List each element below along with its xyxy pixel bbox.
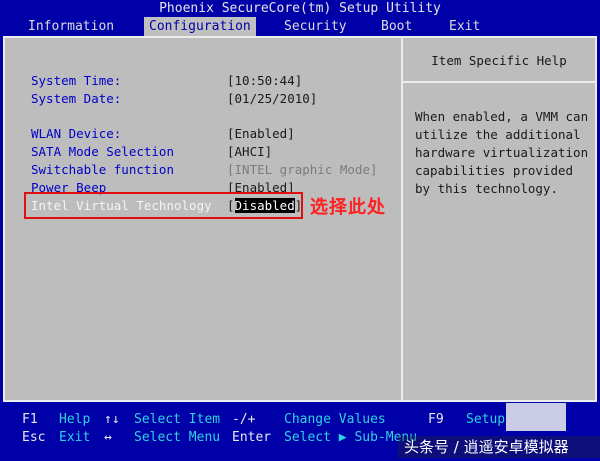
setting-label: System Time: (31, 73, 122, 88)
annotation-text: 选择此处 (310, 197, 386, 218)
arrow-updown-icon: ↑↓ (104, 412, 120, 427)
setting-value[interactable]: [10:50:44] (227, 72, 302, 90)
key-desc-setup: Setup (466, 412, 506, 427)
key-f1: F1 (22, 412, 38, 427)
help-text: When enabled, a VMM can utilize the addi… (415, 109, 589, 196)
menu-information[interactable]: Information (28, 17, 114, 36)
setting-label: Switchable function (31, 162, 174, 177)
window-title: Phoenix SecureCore(tm) Setup Utility (0, 0, 600, 17)
setting-value: [INTEL graphic Mode] (227, 162, 378, 177)
key-esc: Esc (22, 430, 46, 445)
help-pane: Item Specific Help When enabled, a VMM c… (403, 38, 595, 400)
key-desc-change-values: Change Values (284, 412, 386, 427)
watermark-patch (506, 403, 566, 431)
setting-label: WLAN Device: (31, 126, 122, 141)
menu-exit[interactable]: Exit (449, 17, 480, 36)
key-desc-select-item: Select Item (134, 412, 221, 427)
setting-label: System Date: (31, 91, 122, 106)
setting-label: SATA Mode Selection (31, 144, 174, 159)
setting-value[interactable]: [01/25/2010] (227, 90, 317, 108)
watermark-text: 头条号 / 逍遥安卓模拟器 (398, 436, 600, 458)
menu-bar: Information Configuration Security Boot … (0, 17, 600, 36)
menu-security[interactable]: Security (284, 17, 347, 36)
help-title: Item Specific Help (403, 38, 595, 83)
menu-configuration[interactable]: Configuration (144, 17, 256, 36)
setting-value[interactable]: [AHCI] (227, 143, 272, 161)
settings-panel: System Time: [10:50:44] System Date: [01… (3, 36, 597, 402)
key-desc-help: Help (59, 412, 91, 427)
key-f9: F9 (428, 412, 444, 427)
setting-value[interactable]: [Enabled] (227, 125, 295, 143)
key-enter: Enter (232, 430, 272, 445)
annotation-highlight-box (24, 192, 303, 219)
menu-boot[interactable]: Boot (381, 17, 412, 36)
key-desc-select-menu: Select Menu (134, 430, 221, 445)
key-minus-plus: -/+ (232, 412, 256, 427)
key-desc-exit: Exit (59, 430, 91, 445)
arrow-leftright-icon: ↔ (104, 430, 112, 445)
settings-list: System Time: [10:50:44] System Date: [01… (5, 38, 403, 400)
